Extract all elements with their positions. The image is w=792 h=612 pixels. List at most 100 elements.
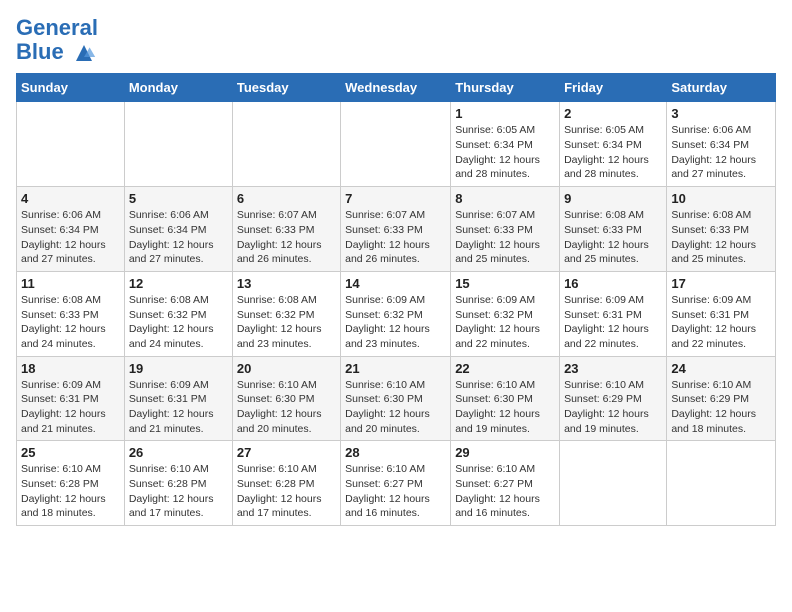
day-number: 12 [129, 276, 228, 291]
day-info: Sunrise: 6:06 AM Sunset: 6:34 PM Dayligh… [129, 208, 228, 267]
day-header-thursday: Thursday [451, 74, 560, 102]
calendar-cell [17, 102, 125, 187]
calendar-cell: 18 Sunrise: 6:09 AM Sunset: 6:31 PM Dayli… [17, 356, 125, 441]
calendar-week-4: 18 Sunrise: 6:09 AM Sunset: 6:31 PM Dayli… [17, 356, 776, 441]
calendar-cell: 24 Sunrise: 6:10 AM Sunset: 6:29 PM Dayli… [667, 356, 776, 441]
day-info: Sunrise: 6:10 AM Sunset: 6:30 PM Dayligh… [237, 378, 336, 437]
logo-text: General Blue [16, 16, 98, 65]
day-number: 17 [671, 276, 771, 291]
calendar-cell: 16 Sunrise: 6:09 AM Sunset: 6:31 PM Dayli… [560, 271, 667, 356]
day-info: Sunrise: 6:08 AM Sunset: 6:32 PM Dayligh… [129, 293, 228, 352]
calendar-cell: 13 Sunrise: 6:08 AM Sunset: 6:32 PM Dayli… [232, 271, 340, 356]
day-number: 27 [237, 445, 336, 460]
day-info: Sunrise: 6:10 AM Sunset: 6:30 PM Dayligh… [455, 378, 555, 437]
day-info: Sunrise: 6:07 AM Sunset: 6:33 PM Dayligh… [455, 208, 555, 267]
calendar-cell: 10 Sunrise: 6:08 AM Sunset: 6:33 PM Dayli… [667, 187, 776, 272]
day-number: 21 [345, 361, 446, 376]
calendar-cell: 15 Sunrise: 6:09 AM Sunset: 6:32 PM Dayli… [451, 271, 560, 356]
day-info: Sunrise: 6:10 AM Sunset: 6:29 PM Dayligh… [671, 378, 771, 437]
calendar-week-1: 1Sunrise: 6:05 AM Sunset: 6:34 PM Daylig… [17, 102, 776, 187]
day-number: 3 [671, 106, 771, 121]
day-info: Sunrise: 6:09 AM Sunset: 6:31 PM Dayligh… [129, 378, 228, 437]
day-info: Sunrise: 6:09 AM Sunset: 6:32 PM Dayligh… [345, 293, 446, 352]
calendar-cell: 12 Sunrise: 6:08 AM Sunset: 6:32 PM Dayli… [124, 271, 232, 356]
day-info: Sunrise: 6:10 AM Sunset: 6:28 PM Dayligh… [129, 462, 228, 521]
day-number: 6 [237, 191, 336, 206]
day-info: Sunrise: 6:10 AM Sunset: 6:28 PM Dayligh… [21, 462, 120, 521]
day-number: 5 [129, 191, 228, 206]
calendar-header-row: SundayMondayTuesdayWednesdayThursdayFrid… [17, 74, 776, 102]
day-header-tuesday: Tuesday [232, 74, 340, 102]
day-number: 10 [671, 191, 771, 206]
day-header-wednesday: Wednesday [341, 74, 451, 102]
calendar-cell [341, 102, 451, 187]
day-number: 20 [237, 361, 336, 376]
day-info: Sunrise: 6:09 AM Sunset: 6:31 PM Dayligh… [671, 293, 771, 352]
calendar-week-3: 11Sunrise: 6:08 AM Sunset: 6:33 PM Dayli… [17, 271, 776, 356]
day-info: Sunrise: 6:08 AM Sunset: 6:33 PM Dayligh… [21, 293, 120, 352]
day-number: 25 [21, 445, 120, 460]
page-header: General Blue [16, 16, 776, 65]
day-number: 16 [564, 276, 662, 291]
calendar-week-2: 4Sunrise: 6:06 AM Sunset: 6:34 PM Daylig… [17, 187, 776, 272]
day-number: 13 [237, 276, 336, 291]
day-info: Sunrise: 6:07 AM Sunset: 6:33 PM Dayligh… [237, 208, 336, 267]
day-number: 22 [455, 361, 555, 376]
day-header-saturday: Saturday [667, 74, 776, 102]
day-number: 29 [455, 445, 555, 460]
day-info: Sunrise: 6:10 AM Sunset: 6:29 PM Dayligh… [564, 378, 662, 437]
calendar-cell: 28 Sunrise: 6:10 AM Sunset: 6:27 PM Dayli… [341, 441, 451, 526]
calendar-cell: 4Sunrise: 6:06 AM Sunset: 6:34 PM Daylig… [17, 187, 125, 272]
day-number: 8 [455, 191, 555, 206]
calendar-cell: 1Sunrise: 6:05 AM Sunset: 6:34 PM Daylig… [451, 102, 560, 187]
calendar-cell: 17 Sunrise: 6:09 AM Sunset: 6:31 PM Dayli… [667, 271, 776, 356]
day-header-sunday: Sunday [17, 74, 125, 102]
day-header-monday: Monday [124, 74, 232, 102]
logo: General Blue [16, 16, 98, 65]
day-info: Sunrise: 6:06 AM Sunset: 6:34 PM Dayligh… [671, 123, 771, 182]
day-header-friday: Friday [560, 74, 667, 102]
calendar-cell: 3 Sunrise: 6:06 AM Sunset: 6:34 PM Daylig… [667, 102, 776, 187]
day-info: Sunrise: 6:08 AM Sunset: 6:32 PM Dayligh… [237, 293, 336, 352]
calendar-cell: 21 Sunrise: 6:10 AM Sunset: 6:30 PM Dayli… [341, 356, 451, 441]
day-info: Sunrise: 6:05 AM Sunset: 6:34 PM Dayligh… [564, 123, 662, 182]
calendar-cell: 19 Sunrise: 6:09 AM Sunset: 6:31 PM Dayli… [124, 356, 232, 441]
calendar-cell: 25 Sunrise: 6:10 AM Sunset: 6:28 PM Dayli… [17, 441, 125, 526]
day-number: 23 [564, 361, 662, 376]
logo-icon [72, 41, 96, 65]
calendar-cell: 6 Sunrise: 6:07 AM Sunset: 6:33 PM Daylig… [232, 187, 340, 272]
day-info: Sunrise: 6:09 AM Sunset: 6:31 PM Dayligh… [21, 378, 120, 437]
day-info: Sunrise: 6:10 AM Sunset: 6:27 PM Dayligh… [345, 462, 446, 521]
calendar-cell: 8 Sunrise: 6:07 AM Sunset: 6:33 PM Daylig… [451, 187, 560, 272]
day-info: Sunrise: 6:08 AM Sunset: 6:33 PM Dayligh… [671, 208, 771, 267]
calendar-cell [667, 441, 776, 526]
calendar-cell: 26 Sunrise: 6:10 AM Sunset: 6:28 PM Dayli… [124, 441, 232, 526]
calendar-cell: 20 Sunrise: 6:10 AM Sunset: 6:30 PM Dayli… [232, 356, 340, 441]
day-number: 28 [345, 445, 446, 460]
day-number: 26 [129, 445, 228, 460]
calendar-cell [232, 102, 340, 187]
calendar-cell: 14 Sunrise: 6:09 AM Sunset: 6:32 PM Dayli… [341, 271, 451, 356]
calendar-cell [560, 441, 667, 526]
day-number: 14 [345, 276, 446, 291]
calendar-cell: 22 Sunrise: 6:10 AM Sunset: 6:30 PM Dayli… [451, 356, 560, 441]
day-info: Sunrise: 6:05 AM Sunset: 6:34 PM Dayligh… [455, 123, 555, 182]
day-number: 9 [564, 191, 662, 206]
day-number: 24 [671, 361, 771, 376]
day-number: 7 [345, 191, 446, 206]
day-info: Sunrise: 6:10 AM Sunset: 6:27 PM Dayligh… [455, 462, 555, 521]
day-info: Sunrise: 6:09 AM Sunset: 6:31 PM Dayligh… [564, 293, 662, 352]
day-info: Sunrise: 6:10 AM Sunset: 6:28 PM Dayligh… [237, 462, 336, 521]
day-number: 19 [129, 361, 228, 376]
logo-general: General [16, 15, 98, 40]
calendar-cell: 2Sunrise: 6:05 AM Sunset: 6:34 PM Daylig… [560, 102, 667, 187]
day-info: Sunrise: 6:09 AM Sunset: 6:32 PM Dayligh… [455, 293, 555, 352]
day-number: 15 [455, 276, 555, 291]
day-info: Sunrise: 6:07 AM Sunset: 6:33 PM Dayligh… [345, 208, 446, 267]
calendar-cell: 11Sunrise: 6:08 AM Sunset: 6:33 PM Dayli… [17, 271, 125, 356]
calendar-cell: 9Sunrise: 6:08 AM Sunset: 6:33 PM Daylig… [560, 187, 667, 272]
calendar-week-5: 25 Sunrise: 6:10 AM Sunset: 6:28 PM Dayli… [17, 441, 776, 526]
day-info: Sunrise: 6:10 AM Sunset: 6:30 PM Dayligh… [345, 378, 446, 437]
calendar-cell: 5 Sunrise: 6:06 AM Sunset: 6:34 PM Daylig… [124, 187, 232, 272]
day-number: 18 [21, 361, 120, 376]
